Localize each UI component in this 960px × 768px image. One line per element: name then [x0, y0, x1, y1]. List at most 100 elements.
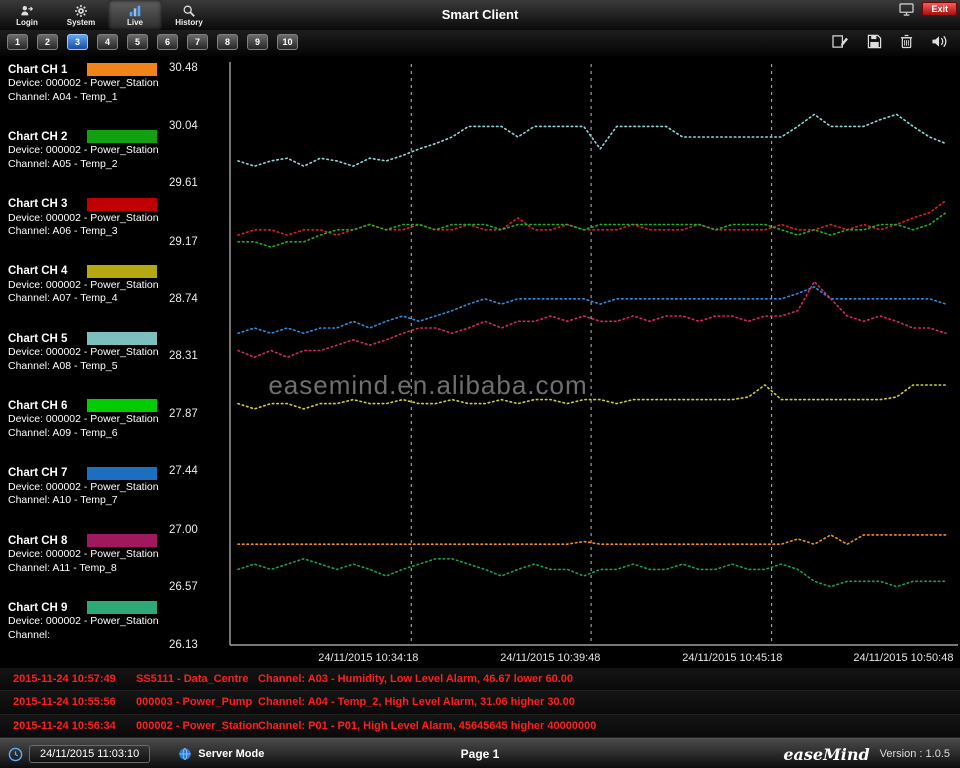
chart-plot: easemind.en.alibaba.com24/11/2015 10:34:… — [228, 56, 960, 668]
tool-button-label: Login — [16, 18, 38, 27]
page-button-6[interactable]: 6 — [157, 34, 178, 50]
version-label: Version : 1.0.5 — [880, 748, 950, 760]
channel-color-swatch — [87, 63, 157, 76]
channel-device: Device: 000002 - Power_Station — [0, 212, 164, 226]
save-icon[interactable] — [867, 34, 882, 49]
server-mode-label: Server Mode — [198, 748, 264, 760]
channel-title: Chart CH 4 — [0, 265, 87, 277]
server-mode-icon — [178, 747, 192, 761]
channel-title: Chart CH 3 — [0, 198, 87, 210]
page-button-2[interactable]: 2 — [37, 34, 58, 50]
page-button-10[interactable]: 10 — [277, 34, 298, 50]
alarm-message: Channel: A04 - Temp_2, High Level Alarm,… — [258, 696, 575, 708]
page-button-4[interactable]: 4 — [97, 34, 118, 50]
x-axis-label: 24/11/2015 10:45:18 — [682, 652, 782, 664]
y-axis-label: 30.48 — [169, 62, 198, 74]
channel-device: Device: 000002 - Power_Station — [0, 548, 164, 562]
edit-icon[interactable] — [832, 34, 849, 49]
y-axis-label: 30.04 — [169, 120, 198, 132]
page-button-8[interactable]: 8 — [217, 34, 238, 50]
channel-color-swatch — [87, 332, 157, 345]
channel-item[interactable]: Chart CH 7 Device: 000002 - Power_Station… — [0, 462, 164, 529]
channel-color-swatch — [87, 601, 157, 614]
tool-button-live[interactable]: Live — [108, 0, 162, 30]
y-axis-label: 27.87 — [169, 408, 198, 420]
channel-device: Device: 000002 - Power_Station — [0, 481, 164, 495]
live-chart: easemind.en.alibaba.com24/11/2015 10:34:… — [228, 56, 960, 668]
page-button-7[interactable]: 7 — [187, 34, 208, 50]
channel-legend: Chart CH 1 Device: 000002 - Power_Station… — [0, 58, 164, 664]
channel-name: Channel: — [0, 629, 164, 643]
channel-item[interactable]: Chart CH 4 Device: 000002 - Power_Station… — [0, 260, 164, 327]
watermark: easemind.en.alibaba.com — [268, 370, 587, 400]
tool-button-label: System — [67, 18, 95, 27]
y-axis-label: 28.74 — [169, 293, 198, 305]
channel-device: Device: 000002 - Power_Station — [0, 346, 164, 360]
channel-name: Channel: A11 - Temp_8 — [0, 562, 164, 576]
channel-device: Device: 000002 - Power_Station — [0, 615, 164, 629]
page-button-3[interactable]: 3 — [67, 34, 88, 50]
page-button-5[interactable]: 5 — [127, 34, 148, 50]
x-axis-label: 24/11/2015 10:39:48 — [500, 652, 600, 664]
alarm-row[interactable]: 2015-11-24 10:56:34 000002 - Power_Statio… — [0, 715, 960, 738]
channel-color-swatch — [87, 399, 157, 412]
y-axis: 30.4830.0429.6129.1728.7428.3127.8727.44… — [164, 56, 228, 668]
top-bar: LoginSystemLiveHistory Smart Client Exit — [0, 0, 960, 30]
channel-name: Channel: A04 - Temp_1 — [0, 91, 164, 105]
y-axis-label: 29.17 — [169, 236, 198, 248]
page-bar: 123456789 10 — [0, 30, 960, 56]
channel-color-swatch — [87, 198, 157, 211]
alarm-device: 000003 - Power_Pump — [136, 696, 252, 708]
tool-button-label: Live — [127, 18, 143, 27]
tool-button-history[interactable]: History — [162, 0, 216, 30]
channel-item[interactable]: Chart CH 5Device: 000002 - Power_Station… — [0, 327, 164, 394]
channel-title: Chart CH 5 — [0, 333, 87, 345]
y-axis-label: 27.00 — [169, 524, 198, 536]
channel-item[interactable]: Chart CH 2Device: 000002 - Power_Station… — [0, 125, 164, 192]
exit-button[interactable]: Exit — [922, 2, 957, 16]
chart-toolbar — [832, 34, 948, 49]
channel-item[interactable]: Chart CH 8Device: 000002 - Power_Station… — [0, 529, 164, 596]
system-icon — [74, 4, 88, 18]
alarm-time: 2015-11-24 10:56:34 — [13, 720, 116, 732]
clock-icon — [8, 747, 23, 762]
page-indicator: Page 1 — [461, 739, 500, 768]
y-axis-label: 26.13 — [169, 639, 198, 651]
page-button-1[interactable]: 1 — [7, 34, 28, 50]
y-axis-label: 26.57 — [169, 581, 198, 593]
channel-name: Channel: A10 - Temp_7 — [0, 494, 164, 508]
alarm-row[interactable]: 2015-11-24 10:57:49SS5111 - Data_CentreC… — [0, 668, 960, 691]
channel-title: Chart CH 2 — [0, 131, 87, 143]
tool-button-login[interactable]: Login — [0, 0, 54, 30]
channel-title: Chart CH 7 — [0, 467, 87, 479]
channel-name: Channel: A08 - Temp_5 — [0, 360, 164, 374]
channel-name: Channel: A09 - Temp_6 — [0, 427, 164, 441]
monitor-icon[interactable] — [899, 3, 914, 16]
channel-title: Chart CH 6 — [0, 400, 87, 412]
status-bar: 24/11/2015 11:03:10 Server Mode Page 1 e… — [0, 738, 960, 768]
live-icon — [128, 4, 142, 18]
tool-button-system[interactable]: System — [54, 0, 108, 30]
channel-item[interactable]: Chart CH 1Device: 000002 - Power_Station… — [0, 58, 164, 125]
speaker-icon[interactable] — [931, 34, 948, 49]
channel-name: Channel: A07 - Temp_4 — [0, 292, 164, 306]
channel-item[interactable]: Chart CH 9Device: 000002 - Power_Station… — [0, 596, 164, 663]
easemind-logo: easeMind — [783, 745, 869, 764]
toolbar: Login System Live History — [0, 0, 216, 30]
channel-title: Chart CH 8 — [0, 535, 87, 547]
x-axis-label: 24/11/2015 10:50:48 — [853, 652, 953, 664]
channel-item[interactable]: Chart CH 3 Device: 000002 - Power_Station… — [0, 193, 164, 260]
channel-color-swatch — [87, 534, 157, 547]
tool-button-label: History — [175, 18, 203, 27]
delete-icon[interactable] — [900, 34, 913, 49]
channel-color-swatch — [87, 467, 157, 480]
alarm-device: 000002 - Power_Station — [136, 720, 259, 732]
channel-device: Device: 000002 - Power_Station — [0, 279, 164, 293]
alarm-row[interactable]: 2015-11-24 10:55:56000003 - Power_PumpCh… — [0, 691, 960, 714]
channel-title: Chart CH 1 — [0, 64, 87, 76]
channel-title: Chart CH 9 — [0, 602, 87, 614]
channel-item[interactable]: Chart CH 6Device: 000002 - Power_Station… — [0, 394, 164, 461]
channel-device: Device: 000002 - Power_Station — [0, 413, 164, 427]
page-button-9[interactable]: 9 — [247, 34, 268, 50]
y-axis-label: 29.61 — [169, 177, 198, 189]
